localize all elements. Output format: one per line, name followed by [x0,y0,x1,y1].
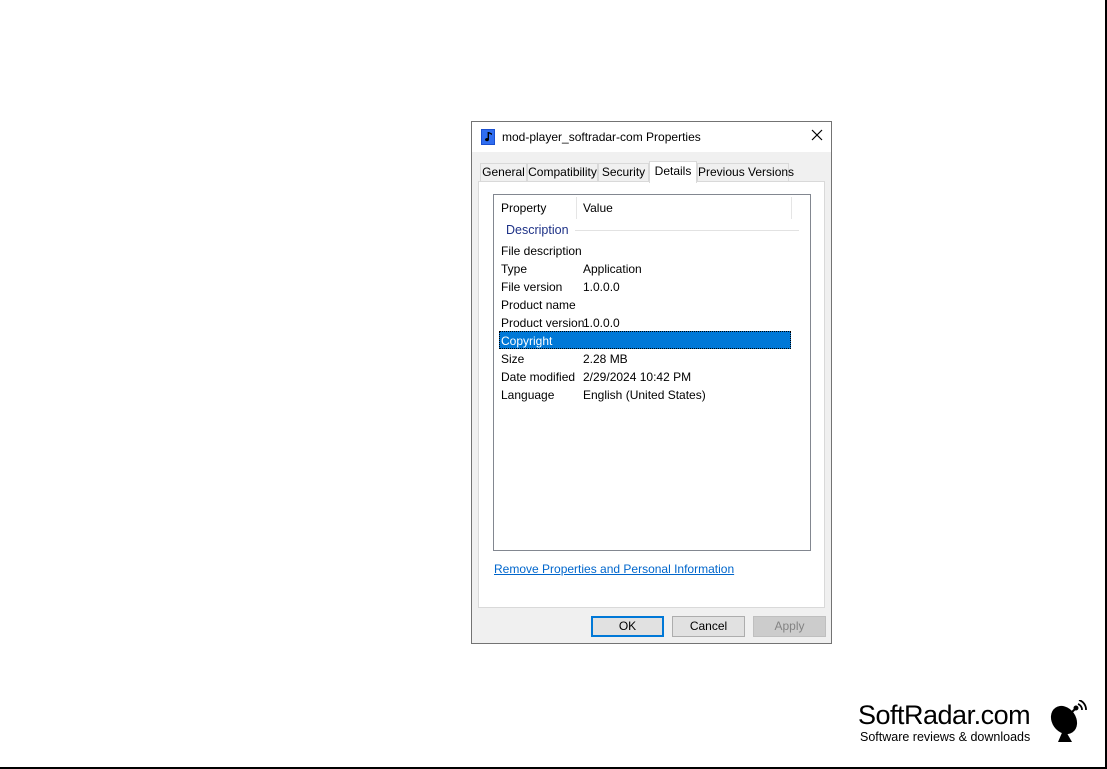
tab-security[interactable]: Security [598,163,649,181]
group-divider [575,230,799,231]
property-name: File version [501,280,563,294]
column-divider[interactable] [576,197,577,219]
tab-details[interactable]: Details [649,161,697,183]
list-item[interactable]: File description [499,241,791,259]
group-header-description[interactable]: Description [506,223,569,237]
watermark-tagline: Software reviews & downloads [860,730,1031,744]
list-header: Property Value [494,195,810,219]
apply-button[interactable]: Apply [753,616,826,637]
close-button[interactable] [803,122,831,150]
property-value: 2/29/2024 10:42 PM [583,370,692,384]
list-item[interactable]: Product version 1.0.0.0 [499,313,791,331]
property-name: Date modified [501,370,576,384]
property-value: 2.28 MB [583,352,628,366]
tab-previous-versions[interactable]: Previous Versions [697,163,794,181]
music-file-icon [480,129,496,145]
column-header-property[interactable]: Property [501,201,546,215]
property-value: English (United States) [583,388,706,402]
property-name: Type [501,262,528,276]
details-panel: Property Value Description File descript… [478,181,825,608]
tab-general[interactable]: General [480,163,527,181]
list-item[interactable]: Language English (United States) [499,385,791,403]
property-value: 1.0.0.0 [583,280,620,294]
dialog-title: mod-player_softradar-com Properties [502,130,701,144]
tab-compatibility[interactable]: Compatibility [527,163,598,181]
title-bar[interactable]: mod-player_softradar-com Properties [472,122,831,152]
ok-button[interactable]: OK [591,616,664,637]
list-item[interactable]: Size 2.28 MB [499,349,791,367]
details-list[interactable]: Property Value Description File descript… [493,194,811,551]
property-name: Copyright [501,334,553,348]
property-name: File description [501,244,582,258]
list-item[interactable]: Product name [499,295,791,313]
watermark-brand: SoftRadar.com [858,700,1031,730]
remove-properties-link[interactable]: Remove Properties and Personal Informati… [494,562,734,576]
property-name: Size [501,352,525,366]
cancel-button[interactable]: Cancel [672,616,745,637]
close-icon [811,129,823,144]
list-item[interactable]: Date modified 2/29/2024 10:42 PM [499,367,791,385]
list-item-selected[interactable]: Copyright [499,331,791,349]
property-name: Product version [501,316,585,330]
satellite-dish-icon [1048,699,1088,747]
property-name: Product name [501,298,576,312]
column-divider[interactable] [791,197,792,219]
property-value: 1.0.0.0 [583,316,620,330]
column-header-value[interactable]: Value [583,201,613,215]
property-name: Language [501,388,555,402]
list-item[interactable]: Type Application [499,259,791,277]
property-value: Application [583,262,642,276]
properties-dialog: mod-player_softradar-com Properties Gene… [471,121,832,644]
list-item[interactable]: File version 1.0.0.0 [499,277,791,295]
